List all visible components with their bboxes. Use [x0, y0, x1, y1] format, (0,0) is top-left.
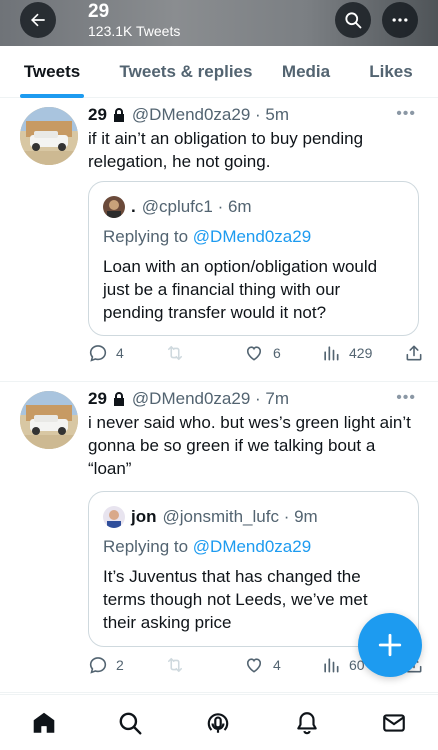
- tweet[interactable]: 29 @DMend0za29 · 5m ••• if it ain’t an o…: [0, 99, 438, 382]
- tweet-text: if it ain’t an obligation to buy pending…: [88, 129, 364, 171]
- share-icon: [406, 345, 422, 361]
- tab-likes[interactable]: Likes: [344, 46, 438, 98]
- nav-messages[interactable]: [380, 709, 408, 737]
- profile-name: 29: [88, 1, 110, 22]
- messages-icon: [383, 714, 405, 732]
- heart-icon: [246, 346, 262, 361]
- tab-label: Media: [281, 62, 331, 81]
- quote-text: It’s Juventus that has changed the terms…: [103, 567, 368, 632]
- replying-mention[interactable]: @DMend0za29: [193, 537, 311, 556]
- views-icon: [324, 658, 339, 673]
- retweet-icon: [167, 657, 183, 673]
- lock-icon: [112, 107, 126, 123]
- profile-header: 29 123.1K Tweets: [0, 0, 438, 46]
- heart-icon: [246, 658, 262, 673]
- reply-icon: [89, 657, 107, 674]
- nav-home[interactable]: [30, 709, 58, 737]
- profile-tabs: Tweets Tweets & replies Media Likes: [0, 46, 438, 98]
- quote-header: . @cplufc1 · 6m: [103, 196, 252, 218]
- home-icon: [33, 712, 55, 733]
- replying-prefix: Replying to: [103, 537, 193, 556]
- bottom-nav: [0, 694, 438, 750]
- retweet-button[interactable]: [164, 655, 186, 675]
- nav-spaces[interactable]: [204, 709, 232, 737]
- tab-tweets[interactable]: Tweets: [0, 46, 104, 98]
- tweet-actions: 4 6 429: [88, 343, 426, 367]
- notifications-icon: [297, 712, 317, 735]
- quote-header: jon @jonsmith_lufc · 9m: [103, 506, 318, 528]
- compose-tweet-button[interactable]: [358, 613, 422, 677]
- like-count: 4: [273, 657, 281, 673]
- more-icon: [392, 18, 408, 22]
- reply-count: 2: [116, 657, 124, 673]
- like-button[interactable]: 4: [243, 655, 281, 675]
- views-button[interactable]: 60: [321, 655, 365, 675]
- replying-prefix: Replying to: [103, 227, 193, 246]
- search-icon: [345, 12, 362, 29]
- reply-button[interactable]: 2: [88, 655, 124, 675]
- views-button[interactable]: 429: [321, 343, 372, 363]
- tweet-count: 123.1K Tweets: [88, 23, 181, 39]
- tweet-header: 29 @DMend0za29 · 5m: [88, 105, 289, 125]
- nav-notifications[interactable]: [293, 709, 321, 737]
- tab-label: Likes: [369, 62, 413, 81]
- author-name[interactable]: 29: [88, 105, 107, 125]
- active-tab-indicator: [20, 94, 84, 98]
- reply-button[interactable]: 4: [88, 343, 124, 363]
- more-options-icon[interactable]: •••: [396, 389, 416, 407]
- avatar-image: [20, 107, 78, 165]
- quote-author-name: jon: [131, 507, 157, 526]
- view-count: 429: [349, 345, 373, 361]
- tab-tweets-replies[interactable]: Tweets & replies: [104, 46, 268, 98]
- like-button[interactable]: 6: [243, 343, 281, 363]
- retweet-icon: [167, 345, 183, 361]
- tab-label: Tweets: [23, 62, 81, 81]
- views-icon: [324, 346, 339, 361]
- quote-text: Loan with an option/obligation would jus…: [103, 257, 378, 322]
- reply-icon: [89, 345, 107, 362]
- quote-avatar: [103, 506, 125, 528]
- avatar[interactable]: [20, 107, 78, 165]
- replying-to: Replying to @DMend0za29: [103, 227, 311, 247]
- tweet-text: i never said who. but wes’s green light …: [88, 413, 411, 478]
- replying-mention[interactable]: @DMend0za29: [193, 227, 311, 246]
- back-button[interactable]: [20, 2, 56, 38]
- quote-avatar: [103, 196, 125, 218]
- like-count: 6: [273, 345, 281, 361]
- reply-count: 4: [116, 345, 124, 361]
- tab-media[interactable]: Media: [268, 46, 344, 98]
- plus-icon: [378, 633, 402, 657]
- tab-label: Tweets & replies: [119, 62, 253, 81]
- more-button[interactable]: [382, 2, 418, 38]
- share-button[interactable]: [404, 343, 424, 363]
- quoted-tweet[interactable]: . @cplufc1 · 6m Replying to @DMend0za29 …: [88, 181, 419, 336]
- author-handle-time: @DMend0za29 · 7m: [131, 389, 290, 408]
- avatar-image: [20, 391, 78, 449]
- author-name[interactable]: 29: [88, 389, 107, 409]
- author-handle-time: @DMend0za29 · 5m: [131, 105, 290, 124]
- lock-icon: [112, 391, 126, 407]
- search-icon: [119, 712, 142, 735]
- search-button[interactable]: [335, 2, 371, 38]
- replying-to: Replying to @DMend0za29: [103, 537, 311, 557]
- quote-handle-time: @cplufc1 · 6m: [141, 197, 252, 216]
- tweet-header: 29 @DMend0za29 · 7m: [88, 389, 289, 409]
- quote-handle-time: @jonsmith_lufc · 9m: [162, 507, 318, 526]
- avatar[interactable]: [20, 391, 78, 449]
- more-options-icon[interactable]: •••: [396, 105, 416, 123]
- quote-author-name: .: [131, 197, 136, 216]
- spaces-icon: [207, 713, 229, 733]
- retweet-button[interactable]: [164, 343, 186, 363]
- arrow-left-icon: [31, 13, 45, 27]
- nav-explore[interactable]: [116, 709, 144, 737]
